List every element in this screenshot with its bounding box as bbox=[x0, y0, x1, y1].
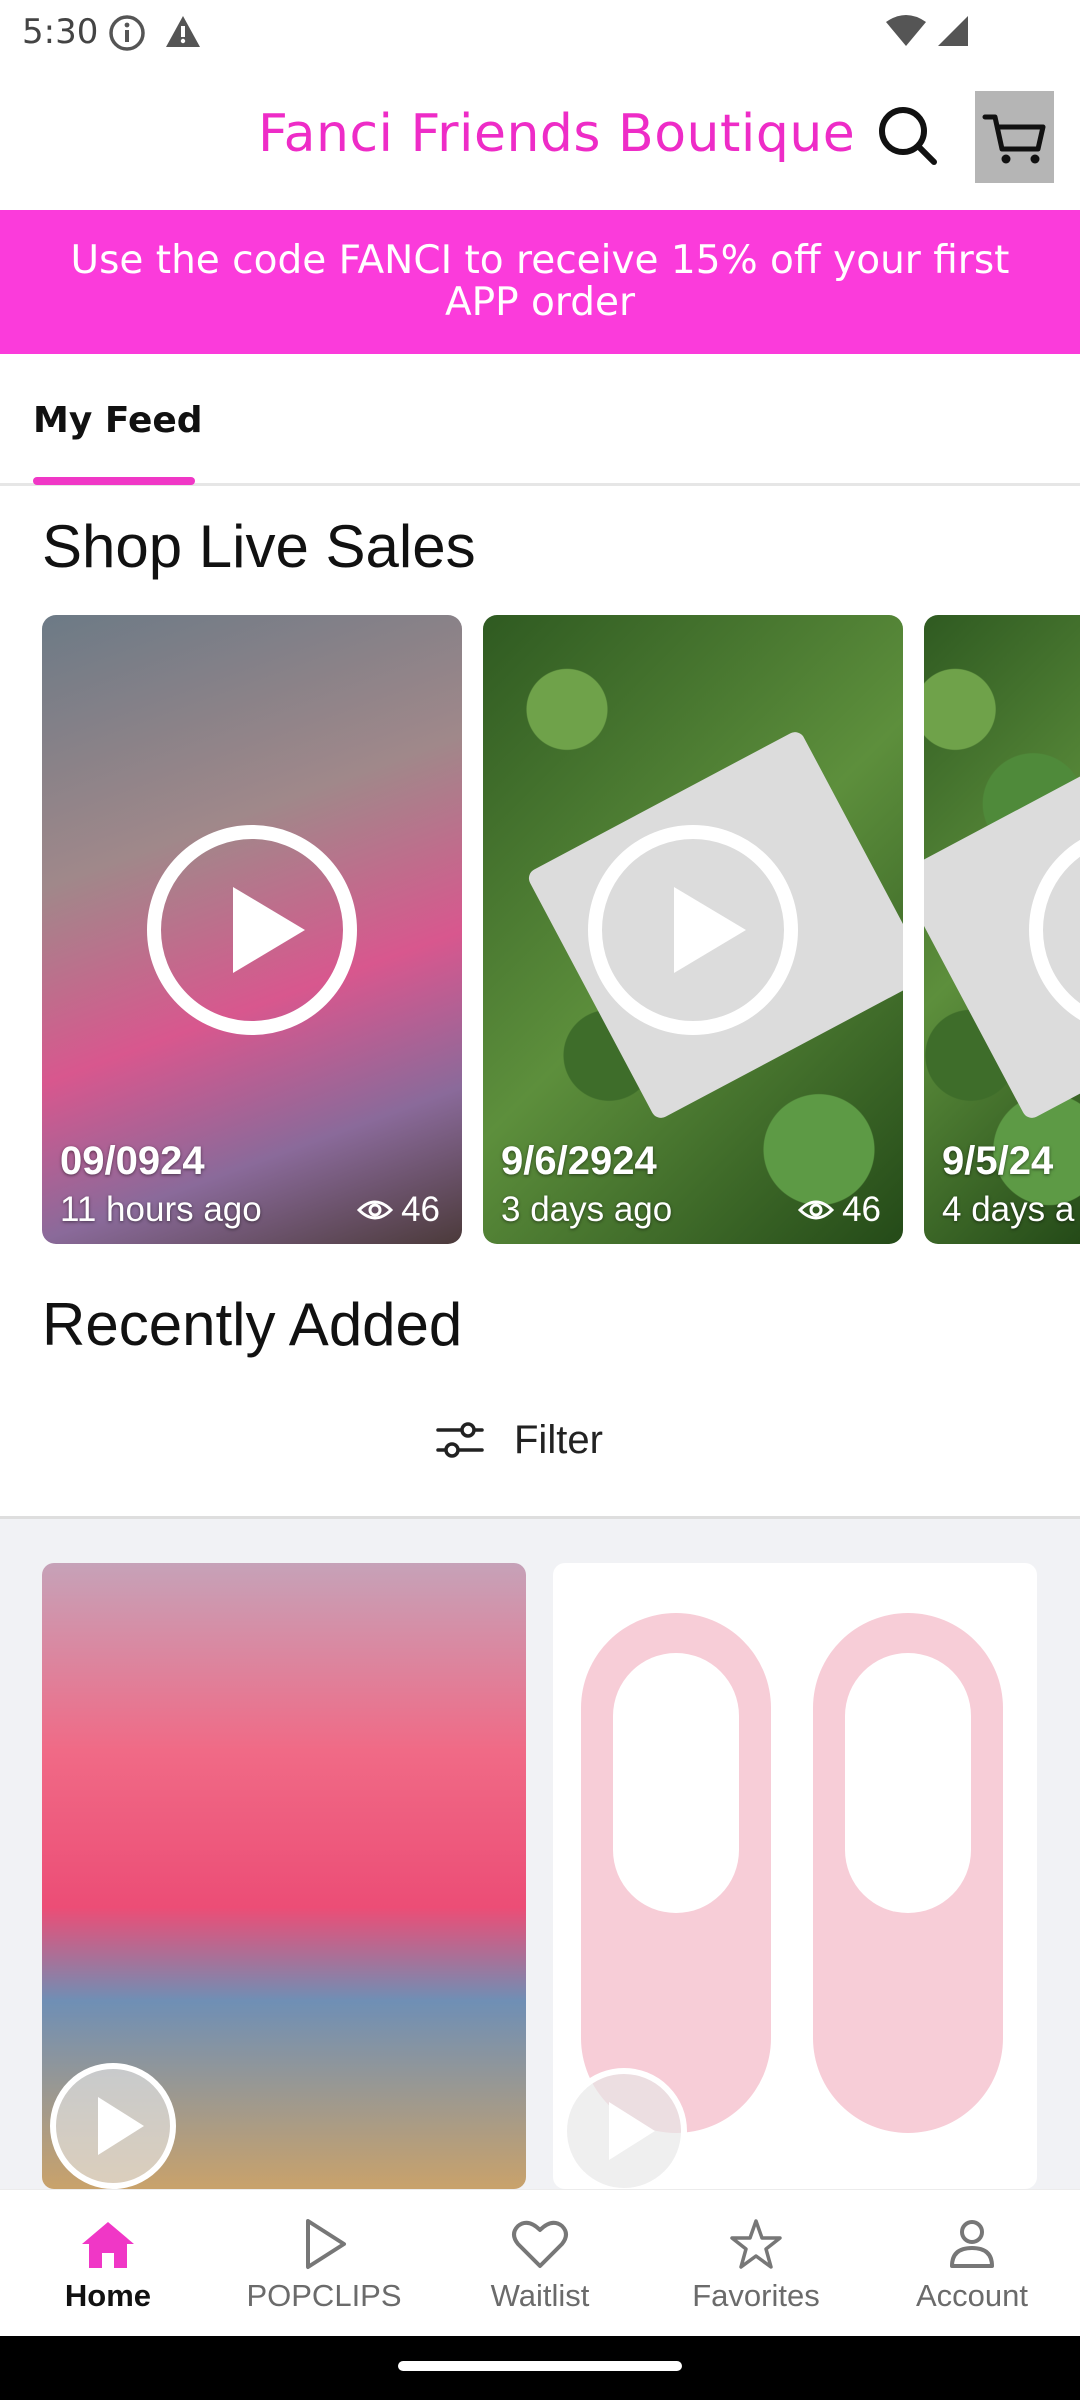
filter-icon bbox=[436, 1422, 484, 1458]
live-sale-time-ago: 4 days a bbox=[942, 1190, 1075, 1229]
play-icon bbox=[147, 825, 357, 1035]
sock-image bbox=[813, 1613, 1003, 2133]
recently-added-title: Recently Added bbox=[42, 1291, 463, 1358]
live-sale-date: 09/0924 bbox=[60, 1139, 205, 1183]
account-icon bbox=[950, 2220, 994, 2268]
active-tab-indicator bbox=[33, 477, 195, 485]
home-gesture-handle[interactable] bbox=[398, 2361, 682, 2371]
product-card[interactable] bbox=[553, 1563, 1037, 2189]
search-button[interactable] bbox=[876, 104, 940, 168]
play-icon bbox=[561, 2068, 687, 2189]
sock-image bbox=[581, 1613, 771, 2133]
status-bar: 5:30 bbox=[0, 0, 1080, 64]
screen: 5:30 Fanci Friends Boutique Use the code… bbox=[0, 0, 1080, 2400]
nav-favorites[interactable]: Favorites bbox=[648, 2190, 864, 2337]
heart-icon bbox=[512, 2220, 568, 2268]
play-icon bbox=[50, 2063, 176, 2189]
promo-text: Use the code FANCI to receive 15% off yo… bbox=[70, 238, 1010, 325]
nav-label: POPCLIPS bbox=[246, 2278, 402, 2313]
nav-label: Account bbox=[915, 2278, 1028, 2313]
live-sale-date: 9/5/24 bbox=[942, 1139, 1054, 1183]
tab-my-feed[interactable]: My Feed bbox=[33, 400, 203, 441]
nav-waitlist[interactable]: Waitlist bbox=[432, 2190, 648, 2337]
filter-button[interactable]: Filter bbox=[436, 1400, 603, 1480]
views-count: 46 bbox=[401, 1190, 440, 1229]
feed-tabs: My Feed bbox=[0, 354, 1080, 486]
bottom-nav: Home POPCLIPS Waitlist Favorites Account bbox=[0, 2189, 1080, 2336]
live-sale-card[interactable]: 9/6/2924 3 days ago 46 bbox=[483, 615, 903, 1244]
signal-icon bbox=[938, 16, 968, 46]
nav-label: Home bbox=[64, 2278, 152, 2313]
nav-popclips[interactable]: POPCLIPS bbox=[216, 2190, 432, 2337]
eye-icon bbox=[798, 1200, 835, 1220]
system-nav-bar bbox=[0, 2336, 1080, 2400]
eye-icon bbox=[357, 1200, 394, 1220]
status-time: 5:30 bbox=[22, 12, 99, 52]
live-sales-title: Shop Live Sales bbox=[42, 513, 476, 580]
nav-account[interactable]: Account bbox=[864, 2190, 1080, 2337]
store-title: Fanci Friends Boutique bbox=[258, 104, 856, 164]
wifi-icon bbox=[886, 15, 926, 46]
star-icon bbox=[730, 2219, 782, 2269]
play-icon bbox=[306, 2219, 346, 2269]
live-sale-date: 9/6/2924 bbox=[501, 1139, 657, 1183]
info-icon bbox=[109, 15, 145, 51]
cart-button[interactable] bbox=[975, 91, 1054, 183]
promo-banner[interactable]: Use the code FANCI to receive 15% off yo… bbox=[0, 210, 1080, 354]
nav-label: Waitlist bbox=[490, 2278, 590, 2313]
live-sale-time-ago: 11 hours ago bbox=[60, 1190, 262, 1229]
live-sale-views: 46 bbox=[357, 1190, 440, 1230]
filter-label: Filter bbox=[514, 1417, 603, 1462]
live-sale-card[interactable]: 09/0924 11 hours ago 46 bbox=[42, 615, 462, 1244]
play-icon bbox=[588, 825, 798, 1035]
live-sale-views: 46 bbox=[798, 1190, 881, 1230]
nav-label: Favorites bbox=[692, 2278, 820, 2313]
home-icon bbox=[82, 2222, 134, 2268]
app-header: Fanci Friends Boutique bbox=[0, 64, 1080, 210]
nav-home[interactable]: Home bbox=[0, 2190, 216, 2337]
live-sale-card[interactable]: 9/5/24 4 days a bbox=[924, 615, 1080, 1244]
views-count: 46 bbox=[842, 1190, 881, 1229]
cart-icon bbox=[982, 114, 1046, 164]
search-icon bbox=[879, 107, 937, 165]
alert-icon bbox=[166, 16, 200, 47]
product-card[interactable] bbox=[42, 1563, 526, 2189]
live-sale-time-ago: 3 days ago bbox=[501, 1190, 673, 1229]
